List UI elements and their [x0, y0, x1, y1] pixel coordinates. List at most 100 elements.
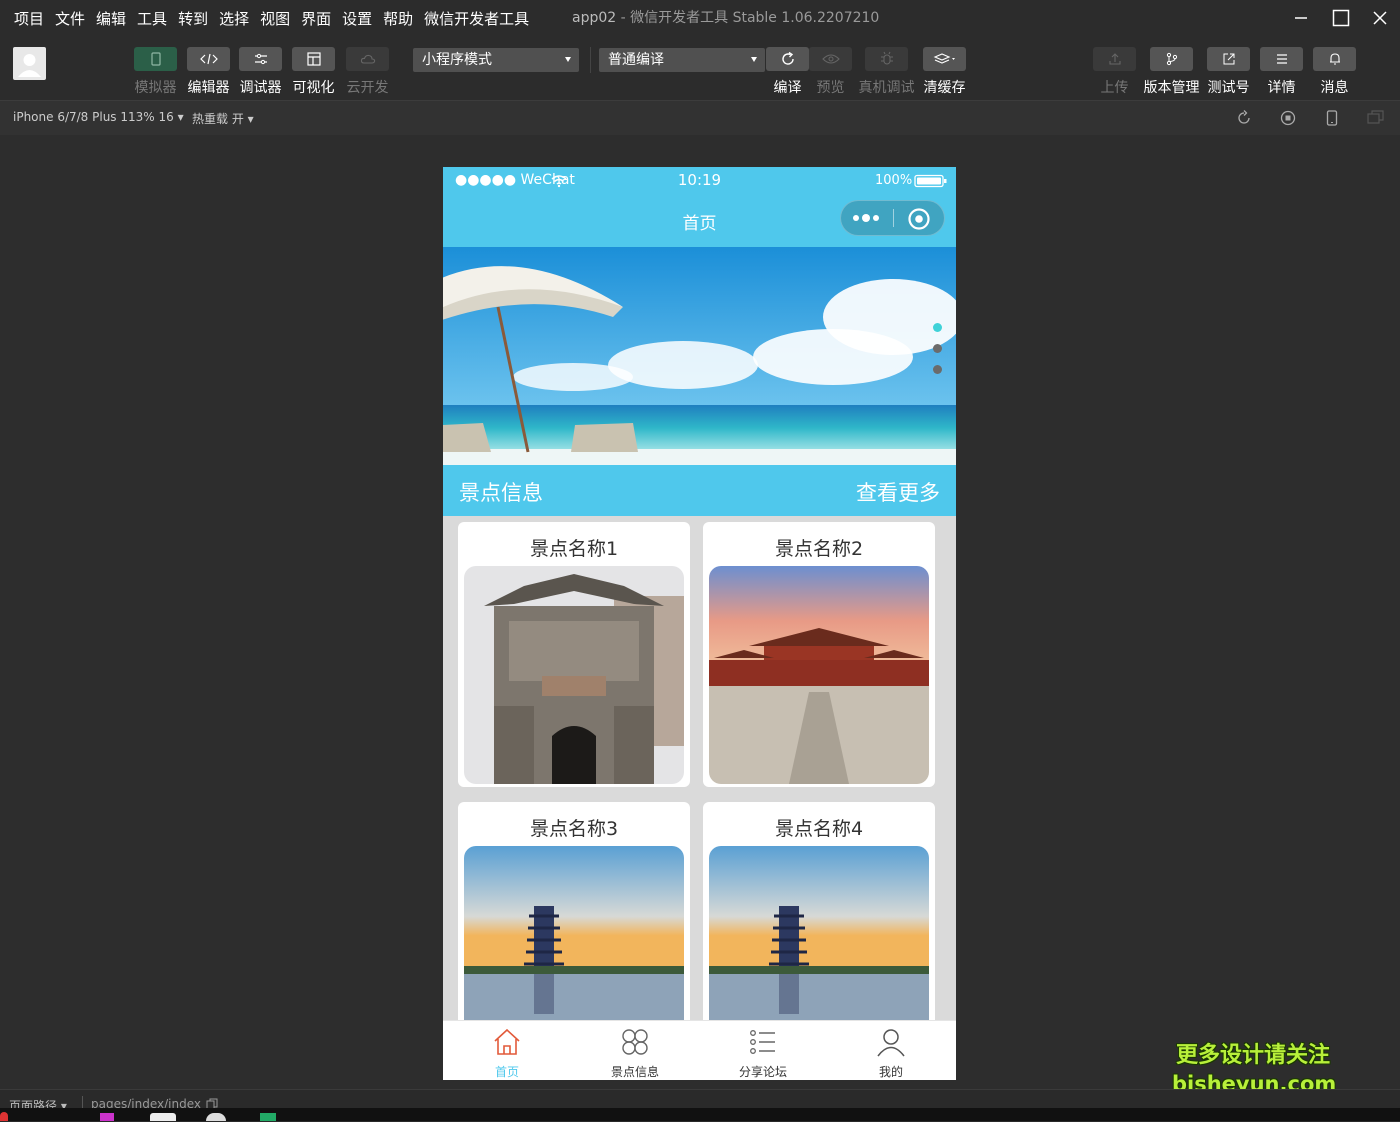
simulator-toggle-button[interactable]: [134, 47, 177, 71]
beach-banner-image: [443, 247, 956, 465]
stop-record-icon[interactable]: [1280, 110, 1296, 126]
attraction-card[interactable]: 景点名称2: [703, 522, 935, 787]
tab-home-label: 首页: [494, 1065, 519, 1079]
taskbar-app-icon[interactable]: [206, 1113, 226, 1121]
user-icon: [877, 1029, 905, 1057]
clear-cache-label: 清缓存: [923, 80, 966, 96]
menu-bar: 项目 文件 编辑 工具 转到 选择 视图 界面 设置 帮助 微信开发者工具: [14, 0, 529, 36]
test-account-label: 测试号: [1207, 80, 1250, 96]
user-icon: [18, 54, 41, 77]
window-title: app02 - 微信开发者工具 Stable 1.06.2207210: [572, 0, 879, 36]
taskbar: [0, 1108, 1400, 1121]
attraction-name: 景点名称3: [529, 818, 619, 840]
tab-bar: 首页 景点信息 分享论坛 我的: [443, 1020, 956, 1080]
test-account-button[interactable]: [1207, 47, 1250, 71]
branch-icon: [1166, 52, 1177, 66]
close-window-button[interactable]: [1360, 0, 1400, 36]
chevron-down-icon: [751, 57, 757, 62]
details-button[interactable]: [1260, 47, 1303, 71]
section-header: 景点信息 查看更多: [443, 465, 956, 516]
upload-button[interactable]: [1093, 47, 1136, 71]
menu-settings[interactable]: 设置: [342, 8, 372, 29]
tab-profile[interactable]: 我的: [827, 1021, 955, 1080]
maximize-icon: [1332, 9, 1350, 27]
compile-select[interactable]: 普通编译: [599, 48, 765, 72]
debug-icon: [254, 53, 267, 65]
attraction-name: 景点名称2: [774, 538, 864, 560]
taskbar-app-icon[interactable]: [150, 1113, 176, 1121]
menu-goto[interactable]: 转到: [178, 8, 208, 29]
grid-icon: [622, 1029, 648, 1055]
hot-reload-select[interactable]: 热重载 开 ▾: [192, 110, 254, 127]
cloud-dev-button[interactable]: [346, 47, 389, 71]
swiper-dot[interactable]: [933, 365, 942, 374]
menu-devtools[interactable]: 微信开发者工具: [424, 8, 529, 29]
editor-toggle-button[interactable]: [187, 47, 230, 71]
eye-icon: [821, 54, 840, 64]
taskbar-app-icon[interactable]: [260, 1113, 276, 1121]
attraction-card[interactable]: 景点名称1: [458, 522, 690, 787]
external-link-icon: [1223, 53, 1234, 65]
upload-label: 上传: [1100, 80, 1129, 96]
banner-swiper[interactable]: [443, 247, 956, 465]
taskbar-app-icon[interactable]: [0, 1112, 8, 1121]
mode-select-value: 小程序模式: [422, 52, 492, 68]
menu-view[interactable]: 视图: [260, 8, 290, 29]
detach-window-icon[interactable]: [1367, 110, 1385, 126]
clear-cache-button[interactable]: [923, 47, 966, 71]
tab-home[interactable]: 首页: [443, 1021, 571, 1080]
tab-attractions[interactable]: 景点信息: [571, 1021, 699, 1080]
battery-percent: 100%: [875, 173, 913, 188]
swiper-dot-active[interactable]: [933, 323, 942, 332]
capsule-menu: [840, 200, 945, 236]
details-label: 详情: [1267, 80, 1296, 96]
compile-select-value: 普通编译: [608, 52, 664, 68]
menu-interface[interactable]: 界面: [301, 8, 331, 29]
compile-label: 编译: [773, 80, 802, 96]
tab-forum[interactable]: 分享论坛: [699, 1021, 827, 1080]
ancient-gate-image: [464, 566, 684, 784]
menu-file[interactable]: 文件: [55, 8, 85, 29]
editor-label: 编辑器: [187, 80, 230, 96]
layers-icon: [933, 53, 955, 64]
device-select[interactable]: iPhone 6/7/8 Plus 113% 16 ▾: [13, 110, 184, 124]
preview-button[interactable]: [809, 47, 852, 71]
cloud-icon: [360, 54, 375, 64]
menu-icon: [1276, 54, 1287, 64]
close-icon: [1373, 11, 1387, 25]
cloud-dev-label: 云开发: [346, 80, 389, 96]
bell-icon: [1329, 53, 1340, 65]
real-device-debug-button[interactable]: [865, 47, 908, 71]
menu-help[interactable]: 帮助: [383, 8, 413, 29]
section-title: 景点信息: [459, 481, 543, 505]
more-dots-icon[interactable]: [850, 210, 884, 226]
maximize-button[interactable]: [1321, 0, 1361, 36]
menu-tools[interactable]: 工具: [137, 8, 167, 29]
rotate-icon[interactable]: [1236, 110, 1252, 126]
tab-attractions-label: 景点信息: [610, 1065, 659, 1079]
tab-forum-label: 分享论坛: [738, 1065, 787, 1079]
menu-select[interactable]: 选择: [219, 8, 249, 29]
avatar[interactable]: [13, 47, 46, 80]
device-icon[interactable]: [1324, 110, 1340, 126]
messages-button[interactable]: [1313, 47, 1356, 71]
minimize-icon: [1295, 17, 1307, 19]
close-miniprogram-icon[interactable]: [907, 207, 931, 231]
battery-icon: [914, 174, 947, 188]
visual-toggle-button[interactable]: [292, 47, 335, 71]
refresh-icon: [781, 51, 794, 65]
code-icon: [199, 53, 218, 65]
view-more-link[interactable]: 查看更多: [856, 477, 940, 507]
tab-profile-label: 我的: [878, 1065, 903, 1079]
debugger-toggle-button[interactable]: [239, 47, 282, 71]
attraction-image: [464, 566, 684, 784]
menu-project[interactable]: 项目: [14, 8, 44, 29]
taskbar-app-icon[interactable]: [100, 1113, 114, 1121]
swiper-dot[interactable]: [933, 344, 942, 353]
minimize-button[interactable]: [1281, 0, 1321, 36]
menu-edit[interactable]: 编辑: [96, 8, 126, 29]
mode-select[interactable]: 小程序模式: [413, 48, 579, 72]
version-control-button[interactable]: [1150, 47, 1193, 71]
compile-button[interactable]: [766, 47, 809, 71]
palace-image: [709, 566, 929, 784]
